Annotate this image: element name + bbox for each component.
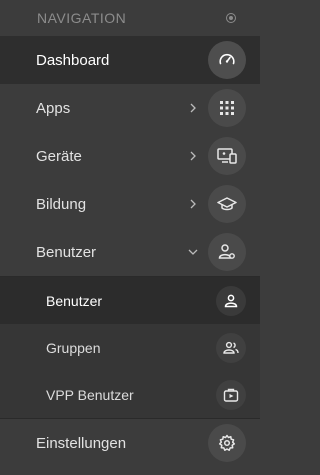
sidebar-item-geraete[interactable]: Geräte: [0, 132, 260, 180]
sidebar-item-label: Geräte: [36, 147, 82, 165]
sidebar-item-label: Dashboard: [36, 51, 110, 69]
speedometer-icon: [208, 41, 246, 79]
sidebar-item-label: Apps: [36, 99, 71, 117]
sidebar-item-label: Benutzer: [36, 243, 97, 261]
vpp-icon: [216, 379, 246, 410]
sidebar-item-dashboard[interactable]: Dashboard: [0, 36, 260, 84]
submenu-item-benutzer[interactable]: Benutzer: [0, 277, 260, 324]
sidebar-navigation: NAVIGATION Dashboard Apps Geräte Bildung…: [0, 0, 260, 475]
sidebar-item-benutzer[interactable]: Benutzer: [0, 228, 260, 276]
user-settings-icon: [208, 233, 246, 271]
chevron-right-icon: [188, 151, 198, 161]
sidebar-item-apps[interactable]: Apps: [0, 84, 260, 132]
devices-icon: [208, 137, 246, 175]
submenu-item-label: VPP Benutzer: [46, 386, 134, 403]
graduation-cap-icon: [208, 185, 246, 223]
submenu-item-label: Gruppen: [46, 339, 101, 356]
submenu-item-label: Benutzer: [46, 292, 103, 309]
submenu-item-gruppen[interactable]: Gruppen: [0, 324, 260, 371]
sidebar-toggle-icon[interactable]: [226, 13, 236, 23]
sidebar-item-bildung[interactable]: Bildung: [0, 180, 260, 228]
gear-icon: [208, 424, 246, 462]
nav-header: NAVIGATION: [0, 0, 260, 36]
chevron-down-icon: [188, 247, 198, 257]
chevron-right-icon: [188, 199, 198, 209]
submenu-item-vpp-benutzer[interactable]: VPP Benutzer: [0, 371, 260, 418]
group-icon: [216, 332, 246, 363]
sidebar-item-einstellungen[interactable]: Einstellungen: [0, 419, 260, 467]
benutzer-submenu: Benutzer Gruppen VPP Benutzer: [0, 276, 260, 419]
chevron-right-icon: [188, 103, 198, 113]
user-icon: [216, 285, 246, 316]
sidebar-item-label: Einstellungen: [36, 434, 127, 452]
grid-icon: [208, 89, 246, 127]
nav-header-title: NAVIGATION: [37, 10, 127, 26]
sidebar-item-label: Bildung: [36, 195, 87, 213]
